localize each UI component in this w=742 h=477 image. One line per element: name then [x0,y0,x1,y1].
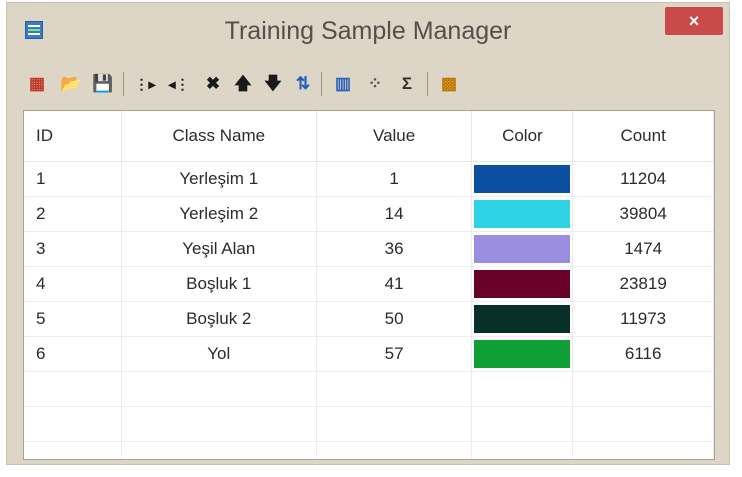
toolbar-separator [427,72,428,96]
color-swatch[interactable] [474,235,571,263]
toolbar: ▦ 📂 💾 ⋮▸ ◂⋮ ✖ 🡅 🡇 ⇅ ▥ ⁘ Σ ▩ [19,66,719,102]
sample-table-container[interactable]: ID Class Name Value Color Count 1 Yerleş… [23,110,715,460]
header-class-name[interactable]: Class Name [121,111,317,162]
cell-id: 4 [24,266,122,302]
save-icon[interactable]: 💾 [91,72,115,96]
cell-count: 23819 [572,266,714,302]
cell-id: 5 [24,301,122,337]
scatterplot-icon[interactable]: ⁘ [363,72,387,96]
close-button[interactable]: × [665,7,723,35]
cell-class-name[interactable]: Boşluk 2 [121,301,317,337]
move-up-icon[interactable]: 🡅 [231,72,255,96]
move-down-icon[interactable]: 🡇 [261,72,285,96]
window-title: Training Sample Manager [224,17,512,45]
cell-value[interactable]: 50 [316,301,473,337]
header-value[interactable]: Value [316,111,473,162]
cell-count: 6116 [572,336,714,372]
cell-count: 39804 [572,196,714,232]
title-bar[interactable]: Training Sample Manager × [7,3,729,63]
statistics-icon[interactable]: Σ [395,72,419,96]
header-color[interactable]: Color [471,111,574,162]
color-swatch[interactable] [474,340,571,368]
cell-class-name[interactable]: Yerleşim 1 [121,161,317,197]
cell-class-name[interactable]: Yeşil Alan [121,231,317,267]
merge-classes-icon[interactable]: ▦ [25,72,49,96]
cell-value[interactable]: 14 [316,196,473,232]
header-id[interactable]: ID [24,111,122,162]
cell-id: 3 [24,231,122,267]
table-row[interactable]: 3 Yeşil Alan 36 1474 [24,231,714,267]
insert-before-icon[interactable]: ◂⋮ [167,72,191,96]
table-row[interactable]: 6 Yol 57 6116 [24,336,714,372]
table-row[interactable]: 5 Boşluk 2 50 11973 [24,301,714,337]
toolbar-separator [321,72,322,96]
table-header-row: ID Class Name Value Color Count [24,111,714,162]
empty-row [24,441,714,459]
delete-icon[interactable]: ✖ [201,72,225,96]
cell-id: 6 [24,336,122,372]
table-row[interactable]: 2 Yerleşim 2 14 39804 [24,196,714,232]
cell-class-name[interactable]: Yerleşim 2 [121,196,317,232]
color-swatch[interactable] [474,270,571,298]
cell-count: 11973 [572,301,714,337]
cell-class-name[interactable]: Boşluk 1 [121,266,317,302]
sort-icon[interactable]: ⇅ [291,72,315,96]
empty-row [24,406,714,442]
table-row[interactable]: 1 Yerleşim 1 1 11204 [24,161,714,197]
histogram-icon[interactable]: ▥ [331,72,355,96]
training-sample-manager-window: Training Sample Manager × ▦ 📂 💾 ⋮▸ ◂⋮ ✖ … [6,2,730,465]
cell-id: 2 [24,196,122,232]
cell-count: 11204 [572,161,714,197]
color-swatch[interactable] [474,200,571,228]
cell-id: 1 [24,161,122,197]
table-row[interactable]: 4 Boşluk 1 41 23819 [24,266,714,302]
color-swatch[interactable] [474,165,571,193]
toolbar-separator [123,72,124,96]
cell-value[interactable]: 41 [316,266,473,302]
header-count[interactable]: Count [572,111,714,162]
sample-table: ID Class Name Value Color Count 1 Yerleş… [24,111,714,459]
cell-value[interactable]: 1 [316,161,473,197]
cell-class-name[interactable]: Yol [121,336,317,372]
insert-after-icon[interactable]: ⋮▸ [133,72,157,96]
cell-value[interactable]: 36 [316,231,473,267]
empty-row [24,371,714,407]
color-palette-icon[interactable]: ▩ [437,72,461,96]
open-folder-icon[interactable]: 📂 [59,72,83,96]
color-swatch[interactable] [474,305,571,333]
cell-count: 1474 [572,231,714,267]
cell-value[interactable]: 57 [316,336,473,372]
